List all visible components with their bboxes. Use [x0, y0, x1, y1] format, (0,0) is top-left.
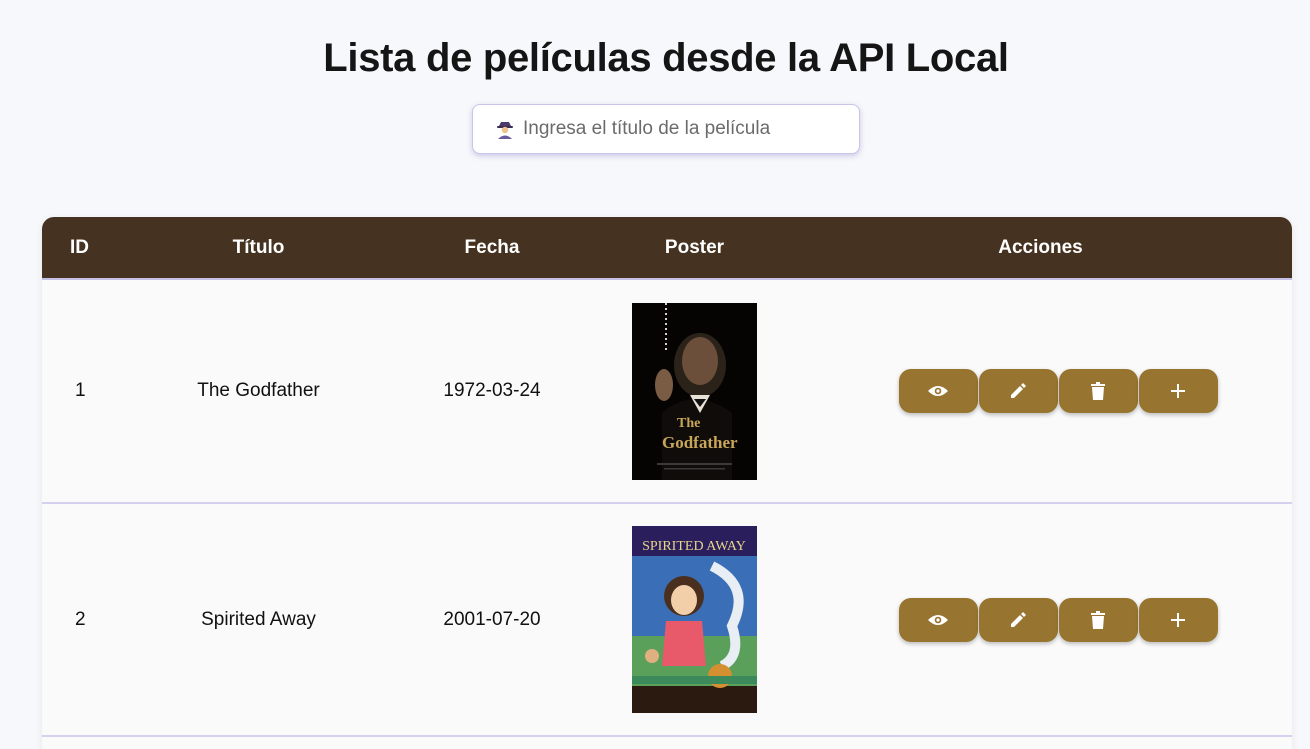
detective-icon	[495, 119, 515, 139]
cell-id: 2	[42, 503, 133, 737]
cell-id: 1	[42, 279, 133, 504]
column-header-title: Título	[133, 217, 384, 280]
cell-poster: The Godfather	[600, 279, 789, 504]
cell-title: Spirited Away	[133, 503, 384, 737]
cell-poster: SPIRITED AWAY	[600, 503, 789, 737]
edit-button[interactable]	[978, 597, 1058, 642]
view-button[interactable]	[898, 597, 978, 642]
add-button[interactable]	[1138, 369, 1218, 413]
cell-actions	[789, 279, 1292, 504]
table-row: 1 The Godfather 1972-03-24 The Godfather	[42, 279, 1292, 504]
delete-button[interactable]	[1058, 597, 1138, 642]
cell-date: 1972-03-24	[384, 279, 600, 504]
column-header-id: ID	[42, 217, 133, 280]
pencil-icon	[1011, 611, 1026, 627]
table-header: ID Título Fecha Poster Acciones	[42, 217, 1292, 280]
svg-text:The: The	[677, 416, 700, 431]
cell-date: 2001-07-20	[384, 503, 600, 737]
column-header-actions: Acciones	[789, 217, 1292, 280]
svg-text:Godfather: Godfather	[662, 433, 738, 452]
movies-table: ID Título Fecha Poster Acciones 1 The Go…	[42, 217, 1292, 749]
page-title: Lista de películas desde la API Local	[323, 36, 1009, 80]
poster-image-spirited-away: SPIRITED AWAY	[632, 526, 757, 713]
cell-title: The Godfather	[133, 279, 384, 504]
poster-title-text: SPIRITED AWAY	[642, 539, 746, 554]
search-input[interactable]	[523, 118, 843, 140]
eye-icon	[928, 614, 948, 625]
column-header-date: Fecha	[384, 217, 600, 280]
edit-button[interactable]	[978, 369, 1058, 413]
search-box[interactable]	[472, 104, 860, 154]
eye-icon	[928, 386, 948, 396]
view-button[interactable]	[898, 369, 978, 413]
trash-icon	[1091, 610, 1105, 629]
table-row: 2 Spirited Away 2001-07-20 SPIRITED AWAY	[42, 503, 1292, 737]
trash-icon	[1091, 382, 1105, 400]
delete-button[interactable]	[1058, 369, 1138, 413]
column-header-poster: Poster	[600, 217, 789, 280]
poster-image-godfather: The Godfather	[632, 302, 757, 480]
add-button[interactable]	[1138, 597, 1218, 642]
cell-actions	[789, 503, 1292, 737]
pencil-icon	[1011, 383, 1026, 398]
plus-icon	[1171, 612, 1185, 627]
plus-icon	[1171, 384, 1185, 398]
